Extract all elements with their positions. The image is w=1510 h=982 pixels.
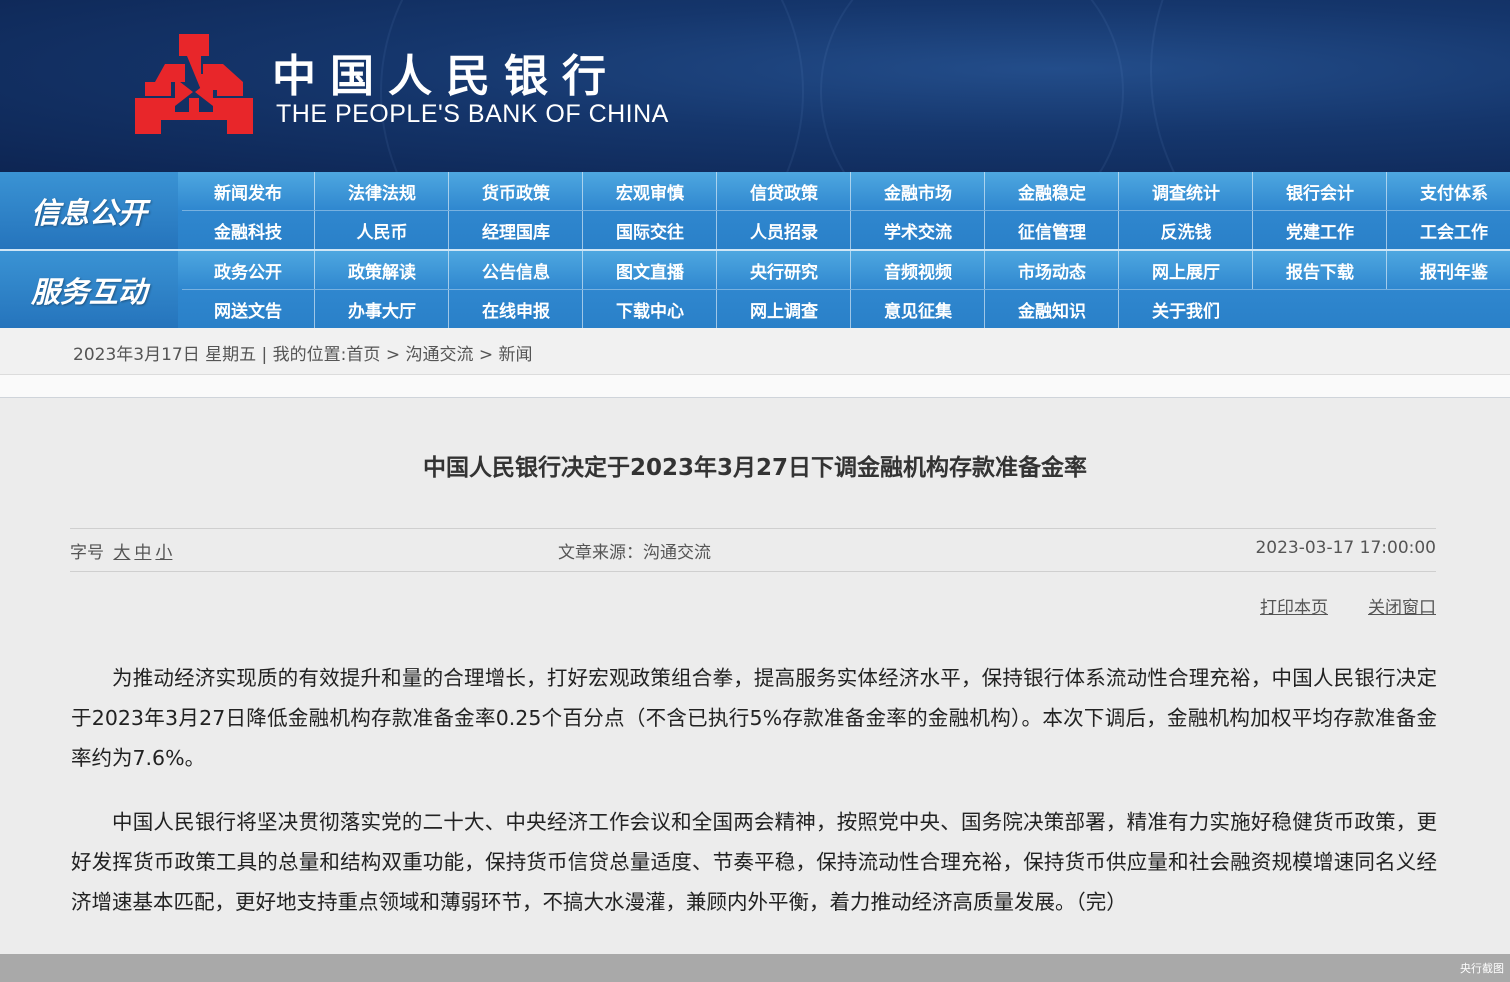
nav-group-service: 服务互动 政务公开 政策解读 公告信息 图文直播 央行研究 音频视频 市场动态 … [0,251,1510,328]
nav-item[interactable]: 学术交流 [852,211,985,249]
nav-item[interactable]: 办事大厅 [316,290,449,328]
divider [70,571,1436,572]
spacer-strip [0,375,1510,398]
nav-item[interactable]: 公告信息 [450,251,583,289]
bank-name-cn: 中国人民银行 [272,51,620,102]
breadcrumb: 2023年3月17日 星期五 | 我的位置:首页 > 沟通交流 > 新闻 [73,340,533,365]
nav-item[interactable]: 信贷政策 [718,172,851,210]
nav-item[interactable]: 调查统计 [1120,172,1253,210]
current-date: 2023年3月17日 星期五 [73,345,257,365]
nav-item[interactable]: 新闻发布 [182,172,315,210]
main-nav: 信息公开 新闻发布 法律法规 货币政策 宏观审慎 信贷政策 金融市场 金融稳定 … [0,172,1510,328]
nav-item[interactable]: 征信管理 [986,211,1119,249]
nav-item[interactable]: 报告下载 [1254,251,1387,289]
nav-item[interactable]: 央行研究 [718,251,851,289]
nav-item[interactable]: 金融稳定 [986,172,1119,210]
nav-item[interactable]: 网上展厅 [1120,251,1253,289]
breadcrumb-separator: > [385,345,401,365]
article: 中国人民银行决定于2023年3月27日下调金融机构存款准备金率 字号 大中小 文… [0,398,1510,954]
article-source: 文章来源：沟通交流 [558,543,711,563]
font-size-control: 字号 大中小 [70,538,172,563]
font-medium-link[interactable]: 中 [134,543,151,563]
nav-item[interactable]: 图文直播 [584,251,717,289]
nav-item[interactable]: 意见征集 [852,290,985,328]
breadcrumb-section-link[interactable]: 沟通交流 [405,345,473,365]
article-datetime: 2023-03-17 17:00:00 [1255,538,1436,558]
bottom-bar: 央行截图 [0,954,1510,982]
nav-row: 网送文告 办事大厅 在线申报 下载中心 网上调查 意见征集 金融知识 关于我们 [182,290,1253,328]
pboc-logo-icon[interactable] [135,34,253,134]
nav-item[interactable]: 支付体系 [1388,172,1510,210]
nav-item[interactable]: 金融市场 [852,172,985,210]
nav-item[interactable]: 国际交往 [584,211,717,249]
nav-item[interactable]: 工会工作 [1388,211,1510,249]
nav-item[interactable]: 政务公开 [182,251,315,289]
nav-item[interactable]: 在线申报 [450,290,583,328]
nav-item[interactable]: 银行会计 [1254,172,1387,210]
print-link[interactable]: 打印本页 [1260,598,1328,618]
article-tools: 打印本页 关闭窗口 [1220,593,1436,618]
banner-decoration [820,0,1124,172]
breadcrumb-label: 我的位置: [272,345,347,365]
nav-group-title: 信息公开 [0,172,178,249]
watermark-text: 央行截图 [1460,962,1504,975]
nav-item[interactable]: 关于我们 [1120,290,1252,328]
nav-item[interactable]: 音频视频 [852,251,985,289]
breadcrumb-bar: 2023年3月17日 星期五 | 我的位置:首页 > 沟通交流 > 新闻 [0,328,1510,375]
divider [70,528,1436,529]
banner-decoration [1150,0,1510,172]
font-small-link[interactable]: 小 [155,543,172,563]
font-large-link[interactable]: 大 [113,543,130,563]
bank-name-en: THE PEOPLE'S BANK OF CHINA [276,100,669,128]
nav-item[interactable]: 货币政策 [450,172,583,210]
article-title: 中国人民银行决定于2023年3月27日下调金融机构存款准备金率 [422,455,1088,481]
nav-item[interactable]: 反洗钱 [1120,211,1253,249]
article-paragraph: 为推动经济实现质的有效提升和量的合理增长，打好宏观政策组合拳，提高服务实体经济水… [71,666,1437,770]
close-window-link[interactable]: 关闭窗口 [1368,598,1436,618]
nav-item[interactable]: 市场动态 [986,251,1119,289]
nav-group-info: 信息公开 新闻发布 法律法规 货币政策 宏观审慎 信贷政策 金融市场 金融稳定 … [0,172,1510,249]
nav-item[interactable]: 政策解读 [316,251,449,289]
nav-item[interactable]: 网送文告 [182,290,315,328]
breadcrumb-home-link[interactable]: 首页 [346,345,380,365]
nav-item[interactable]: 报刊年鉴 [1388,251,1510,289]
nav-item[interactable]: 下载中心 [584,290,717,328]
nav-item[interactable]: 网上调查 [718,290,851,328]
nav-item[interactable]: 经理国库 [450,211,583,249]
article-paragraph: 中国人民银行将坚决贯彻落实党的二十大、中央经济工作会议和全国两会精神，按照党中央… [71,810,1437,914]
breadcrumb-current[interactable]: 新闻 [499,345,533,365]
font-size-label: 字号 [70,543,104,563]
nav-item[interactable]: 金融知识 [986,290,1119,328]
nav-item[interactable]: 人民币 [316,211,449,249]
nav-item[interactable]: 法律法规 [316,172,449,210]
nav-row: 金融科技 人民币 经理国库 国际交往 人员招录 学术交流 征信管理 反洗钱 党建… [182,211,1510,249]
article-meta: 字号 大中小 文章来源：沟通交流 2023-03-17 17:00:00 [70,538,1436,564]
nav-item[interactable]: 人员招录 [718,211,851,249]
nav-item[interactable]: 党建工作 [1254,211,1387,249]
header-banner: 中国人民银行 THE PEOPLE'S BANK OF CHINA [0,0,1510,172]
nav-row: 政务公开 政策解读 公告信息 图文直播 央行研究 音频视频 市场动态 网上展厅 … [182,251,1510,289]
nav-group-title: 服务互动 [0,251,178,328]
article-body: 为推动经济实现质的有效提升和量的合理增长，打好宏观政策组合拳，提高服务实体经济水… [71,658,1437,946]
breadcrumb-divider: | [261,345,268,365]
nav-item[interactable]: 宏观审慎 [584,172,717,210]
nav-row: 新闻发布 法律法规 货币政策 宏观审慎 信贷政策 金融市场 金融稳定 调查统计 … [182,172,1510,210]
nav-item[interactable]: 金融科技 [182,211,315,249]
breadcrumb-separator: > [478,345,494,365]
